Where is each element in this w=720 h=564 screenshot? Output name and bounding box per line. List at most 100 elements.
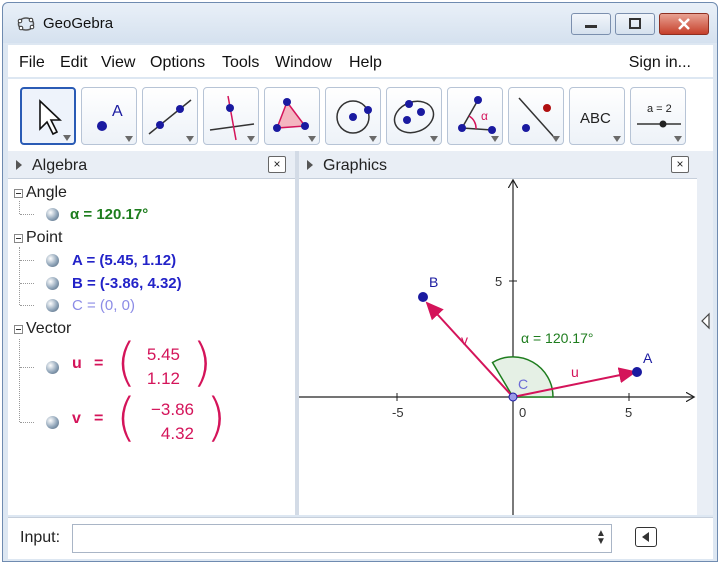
algebra-view: Angle α = 120.17° Point A = (5.45, 1.12)… [8,179,295,515]
point-b-entry[interactable]: B = (-3.86, 4.32) [72,275,182,292]
input-help-button[interactable] [635,527,657,547]
geogebra-window: GeoGebra File Edit View Options Tools Wi… [2,2,718,562]
visibility-toggle-icon[interactable] [46,208,59,221]
close-window-button[interactable] [659,13,709,35]
expand-sidebar-icon[interactable] [699,311,715,331]
tool-menu-arrow-icon [186,136,194,142]
paren-right-icon: ) [192,333,213,393]
x-tick-label: 5 [625,405,632,420]
vector-u-y: 1.12 [146,369,180,388]
input-bar: Input: ▲ ▼ [8,517,713,559]
tool-menu-arrow-icon [552,136,560,142]
tool-menu-arrow-icon [674,136,682,142]
vector-v-equals: = [94,410,104,427]
point-b[interactable] [418,292,428,302]
collapse-triangle-icon[interactable] [307,160,313,170]
line-tool-button[interactable] [142,87,198,145]
tool-menu-arrow-icon [63,135,71,141]
point-c[interactable] [508,392,518,402]
polygon-tool-button[interactable] [264,87,320,145]
text-tool-button[interactable]: ABC [569,87,625,145]
point-b-label: B [429,274,438,290]
minimize-icon [585,25,597,28]
sign-in-link[interactable]: Sign in... [629,54,691,72]
collapse-box-icon[interactable] [14,325,23,334]
tool-menu-arrow-icon [430,136,438,142]
point-a-entry[interactable]: A = (5.45, 1.12) [72,252,176,269]
tool-menu-arrow-icon [247,136,255,142]
tool-menu-arrow-icon [613,136,621,142]
x-tick-label: 0 [519,405,526,420]
tool-menu-arrow-icon [308,136,316,142]
menu-options[interactable]: Options [150,54,205,72]
vector-v[interactable] [425,301,514,398]
vector-v-y: 4.32 [160,424,194,443]
graphics-canvas[interactable]: -5 0 5 5 α = 120.17° u v A B C [299,179,697,515]
point-a-label: A [643,350,653,366]
angle-alpha-entry[interactable]: α = 120.17° [70,206,148,223]
reflect-tool-button[interactable] [508,87,564,145]
point-tool-button[interactable]: A [81,87,137,145]
graphics-view[interactable]: -5 0 5 5 α = 120.17° u v A B C [299,179,697,515]
menu-tools[interactable]: Tools [222,54,259,72]
angle-alpha-label: α = 120.17° [521,330,593,346]
angle-tool-label: α [481,109,488,123]
menu-view[interactable]: View [101,54,135,72]
input-label: Input: [20,529,61,546]
vector-v-label: v [461,332,468,348]
vector-u-equals: = [94,355,104,372]
algebra-view-header[interactable]: Algebra × [8,151,295,179]
tool-menu-arrow-icon [369,136,377,142]
menu-window[interactable]: Window [275,54,332,72]
point-c-entry[interactable]: C = (0, 0) [72,297,135,314]
vector-v-x: −3.86 [150,400,194,419]
circle-tool-button[interactable] [325,87,381,145]
input-field[interactable] [72,524,612,553]
menu-file[interactable]: File [19,54,45,72]
category-angle[interactable]: Angle [26,184,67,202]
visibility-toggle-icon[interactable] [46,254,59,267]
collapse-box-icon[interactable] [14,234,23,243]
paren-right-icon: ) [206,388,227,448]
slider-tool-button[interactable]: a = 2 [630,87,686,145]
category-point[interactable]: Point [26,229,62,247]
window-title: GeoGebra [43,15,114,32]
maximize-button[interactable] [615,13,655,35]
collapse-box-icon[interactable] [14,189,23,198]
minimize-button[interactable] [571,13,611,35]
point-c-label: C [518,376,528,392]
graphics-view-header[interactable]: Graphics × [299,151,697,179]
perpendicular-line-tool-button[interactable] [203,87,259,145]
slider-tool-label: a = 2 [647,103,672,115]
menu-bar: File Edit View Options Tools Window Help… [8,45,713,77]
maximize-icon [629,18,641,29]
angle-tool-button[interactable]: α [447,87,503,145]
vector-u-label: u [571,364,579,380]
visibility-toggle-icon[interactable] [46,416,59,429]
menu-help[interactable]: Help [349,54,382,72]
input-history-spinner-icon[interactable]: ▲ ▼ [596,529,606,547]
y-tick-label: 5 [495,274,502,289]
menu-edit[interactable]: Edit [60,54,88,72]
vector-u-x: 5.45 [146,345,180,364]
vector-u-name: u [72,355,82,372]
point-tool-label: A [112,103,123,120]
category-vector[interactable]: Vector [26,320,71,338]
close-algebra-view-button[interactable]: × [268,156,286,173]
tool-menu-arrow-icon [491,136,499,142]
text-tool-label: ABC [580,110,611,127]
move-tool-button[interactable] [20,87,76,145]
collapse-triangle-icon[interactable] [16,160,22,170]
title-bar[interactable]: GeoGebra [3,3,717,43]
close-graphics-view-button[interactable]: × [671,156,689,173]
point-a[interactable] [632,367,642,377]
vector-v-name: v [72,410,81,427]
right-sidebar [697,151,713,515]
visibility-toggle-icon[interactable] [46,361,59,374]
visibility-toggle-icon[interactable] [46,299,59,312]
toolbar: A α ABC a = 2 [8,79,713,151]
algebra-view-title: Algebra [32,157,88,174]
close-icon [678,18,690,30]
visibility-toggle-icon[interactable] [46,277,59,290]
ellipse-tool-button[interactable] [386,87,442,145]
